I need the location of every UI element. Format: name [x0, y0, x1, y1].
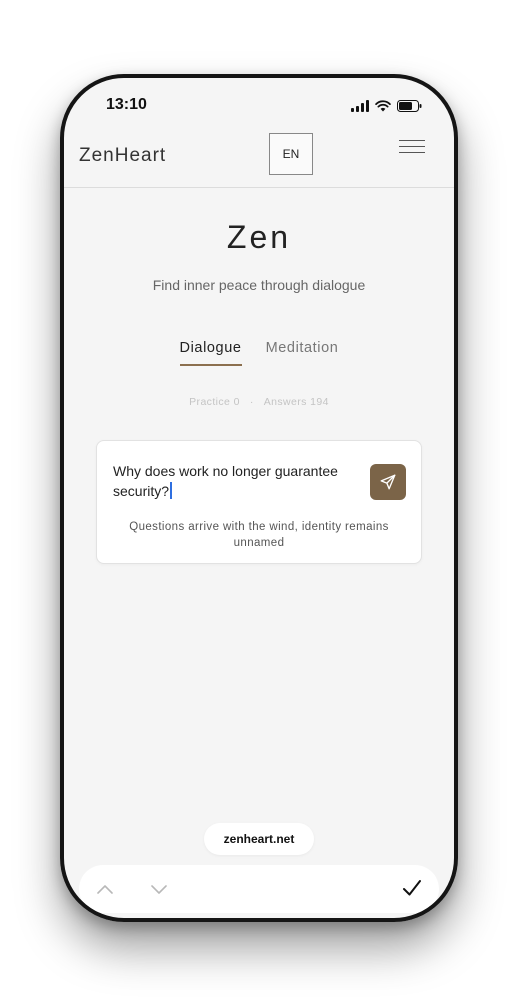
anonymity-hint: Questions arrive with the wind, identity… [129, 521, 389, 549]
mode-tabs: Dialogue Meditation [64, 340, 454, 366]
chevron-down-icon[interactable] [149, 879, 169, 904]
stats-row: Practice 0 · Answers 194 [64, 396, 454, 408]
tab-dialogue[interactable]: Dialogue [179, 340, 242, 366]
status-bar: 13:10 [64, 78, 454, 130]
url-bar[interactable]: zenheart.net [204, 823, 314, 855]
status-icons [351, 98, 422, 114]
wifi-icon [375, 100, 391, 112]
site-header: ZenHeart EN [64, 130, 454, 188]
brand-logo[interactable]: ZenHeart [79, 145, 166, 167]
battery-icon [397, 100, 422, 112]
answers-count: Answers 194 [263, 396, 329, 408]
text-caret [170, 482, 173, 499]
practice-count: Practice 0 [189, 396, 240, 408]
question-text: Why does work no longer guarantee securi… [113, 463, 338, 499]
phone-frame: 13:10 ZenHeart EN Zen Find inner peace t… [60, 74, 458, 922]
stats-separator: · [249, 396, 254, 408]
dialog-card: Why does work no longer guarantee securi… [96, 440, 422, 564]
page-title: Zen [226, 219, 292, 255]
status-time: 13:10 [106, 96, 147, 113]
send-button[interactable] [370, 464, 406, 500]
question-input[interactable]: Why does work no longer guarantee securi… [113, 461, 363, 501]
language-button[interactable]: EN [269, 133, 313, 175]
chevron-up-icon[interactable] [95, 879, 115, 904]
checkmark-icon[interactable] [401, 877, 423, 904]
tab-meditation[interactable]: Meditation [266, 340, 339, 366]
page-subtitle: Find inner peace through dialogue [152, 277, 366, 293]
send-icon [380, 474, 396, 490]
browser-toolbar [79, 865, 439, 913]
hamburger-menu-icon[interactable] [399, 140, 425, 156]
signal-icon [351, 100, 369, 112]
